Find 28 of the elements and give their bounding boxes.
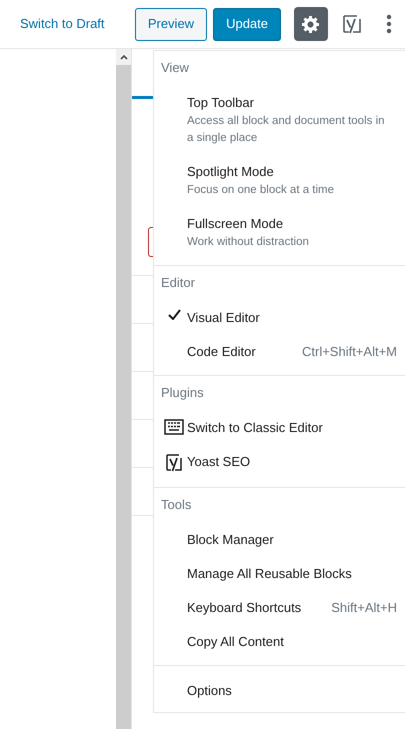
- menu-item[interactable]: Code Editor Ctrl+Shift+Alt+M: [154, 335, 405, 369]
- more-options-icon: [386, 14, 392, 34]
- menu-item[interactable]: Keyboard Shortcuts Shift+Alt+H: [154, 591, 405, 625]
- menu-item[interactable]: Visual Editor: [154, 301, 405, 335]
- menu-item[interactable]: Switch to Classic Editor: [154, 411, 405, 445]
- yoast-icon: [165, 453, 183, 473]
- menu-item[interactable]: Fullscreen Mode Work without distraction: [154, 207, 405, 259]
- menu-item[interactable]: Block Manager: [154, 523, 405, 557]
- menu-item[interactable]: Top Toolbar Access all block and document tools in a single place: [154, 86, 405, 155]
- yoast-icon: [341, 13, 363, 35]
- menu-group-heading: View: [160, 59, 190, 77]
- check-icon: [168, 309, 180, 320]
- menu-item[interactable]: Spotlight Mode Focus on one block at a time: [154, 155, 405, 207]
- switch-to-draft-link[interactable]: Switch to Draft: [20, 14, 105, 34]
- menu-item[interactable]: Copy All Content: [154, 625, 405, 659]
- keyboard-icon: [164, 419, 184, 435]
- scroll-up-icon[interactable]: [120, 54, 128, 60]
- preview-button[interactable]: Preview: [134, 8, 208, 40]
- scrollbar[interactable]: [116, 49, 131, 729]
- settings-icon: [301, 14, 321, 34]
- menu-group-heading: Editor: [160, 274, 196, 292]
- settings-button[interactable]: [294, 7, 328, 41]
- menu-item[interactable]: Yoast SEO: [154, 445, 405, 481]
- menu-item[interactable]: Options: [154, 674, 405, 708]
- menu-group-heading: Tools: [160, 496, 192, 514]
- update-button[interactable]: Update: [213, 8, 281, 40]
- menu-item[interactable]: Manage All Reusable Blocks: [154, 557, 405, 591]
- menu-group-heading: Plugins: [160, 384, 205, 402]
